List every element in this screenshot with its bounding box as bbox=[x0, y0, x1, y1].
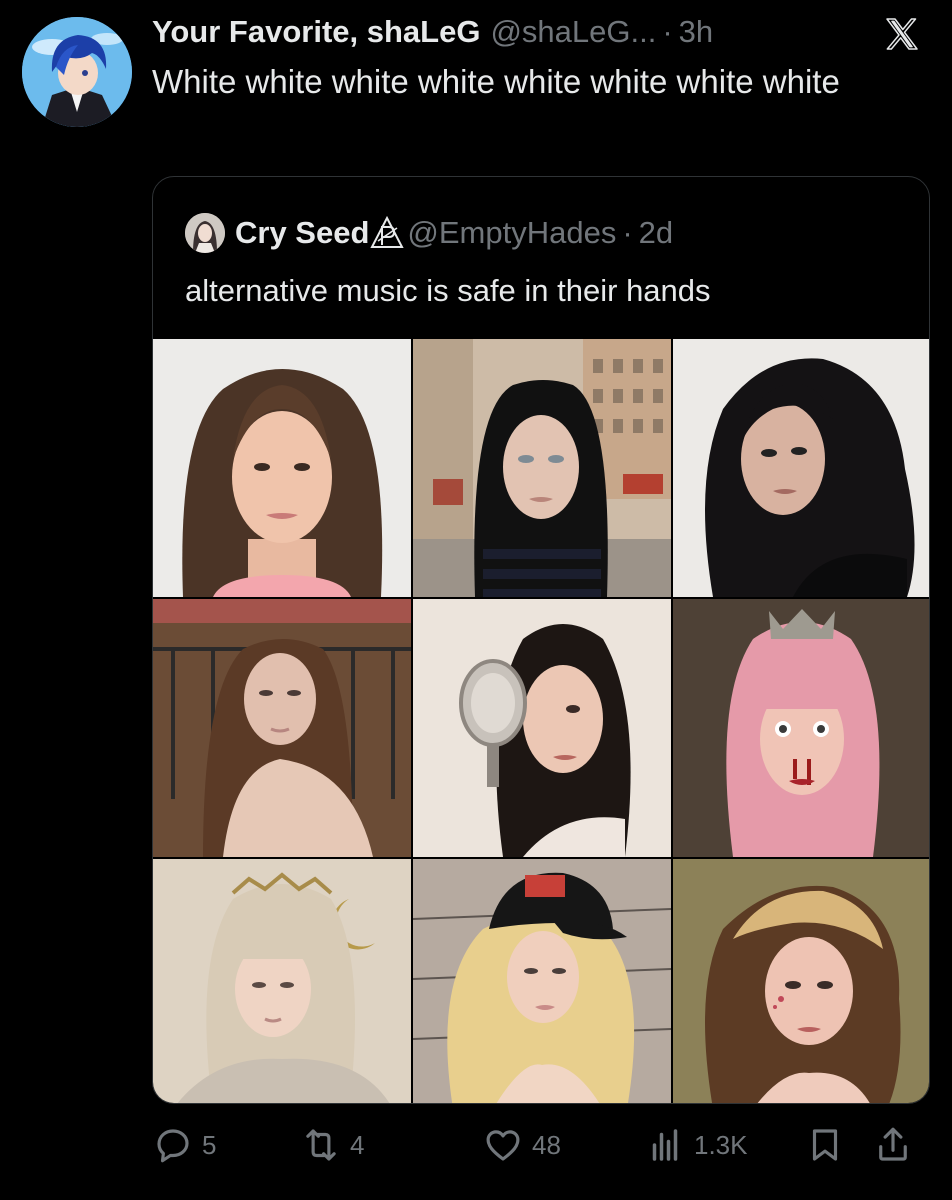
bookmark-icon bbox=[812, 1129, 838, 1161]
quoted-separator: · bbox=[622, 215, 633, 250]
repost-count: 4 bbox=[350, 1129, 365, 1160]
like-button[interactable]: 48 bbox=[482, 1124, 561, 1166]
photo-7[interactable] bbox=[153, 859, 411, 1103]
photo-5[interactable] bbox=[413, 599, 671, 857]
photo-grid bbox=[153, 339, 929, 1103]
quoted-handle[interactable]: @EmptyHades bbox=[407, 215, 616, 251]
reply-icon bbox=[157, 1129, 189, 1163]
photo-4[interactable] bbox=[153, 599, 411, 857]
post-header: Your Favorite, shaLeG @shaLeG... · 3h bbox=[152, 14, 842, 56]
photo-9[interactable] bbox=[673, 859, 929, 1103]
bookmark-button[interactable] bbox=[804, 1124, 846, 1166]
share-icon bbox=[879, 1127, 907, 1161]
quoted-avatar[interactable] bbox=[185, 213, 225, 253]
views-icon bbox=[652, 1129, 678, 1161]
photo-2[interactable] bbox=[413, 339, 671, 597]
quoted-text: alternative music is safe in their hands bbox=[185, 273, 711, 308]
handle[interactable]: @shaLeG... bbox=[490, 14, 656, 50]
reply-button[interactable]: 5 bbox=[152, 1124, 216, 1166]
reply-count: 5 bbox=[202, 1129, 217, 1160]
view-count: 1.3K bbox=[694, 1129, 748, 1160]
avatar[interactable] bbox=[22, 17, 132, 127]
photo-1[interactable] bbox=[153, 339, 411, 597]
display-name[interactable]: Your Favorite, shaLeG bbox=[152, 14, 480, 50]
quoted-tweet[interactable]: Cry Seed @EmptyHades · 2d alternative mu… bbox=[152, 176, 930, 1104]
separator: · bbox=[662, 14, 673, 49]
quoted-timestamp[interactable]: 2d bbox=[639, 215, 673, 251]
tweet[interactable]: Your Favorite, shaLeG @shaLeG... · 3h Wh… bbox=[0, 0, 952, 1200]
x-logo-icon bbox=[882, 14, 922, 54]
triangle-glyph-icon bbox=[369, 215, 405, 251]
views-button[interactable]: 1.3K bbox=[644, 1124, 748, 1166]
timestamp[interactable]: 3h bbox=[679, 14, 713, 50]
photo-6[interactable] bbox=[673, 599, 929, 857]
like-count: 48 bbox=[532, 1129, 561, 1160]
action-bar: 5 4 48 1.3K bbox=[152, 1118, 930, 1174]
photo-8[interactable] bbox=[413, 859, 671, 1103]
post-text: White white white white white white whit… bbox=[152, 63, 840, 100]
repost-icon bbox=[306, 1129, 336, 1161]
like-icon bbox=[486, 1130, 520, 1161]
quoted-display-name[interactable]: Cry Seed bbox=[235, 215, 369, 251]
photo-3[interactable] bbox=[673, 339, 929, 597]
quoted-header: Cry Seed @EmptyHades · 2d bbox=[185, 213, 673, 253]
repost-button[interactable]: 4 bbox=[300, 1124, 364, 1166]
share-button[interactable] bbox=[872, 1124, 914, 1166]
